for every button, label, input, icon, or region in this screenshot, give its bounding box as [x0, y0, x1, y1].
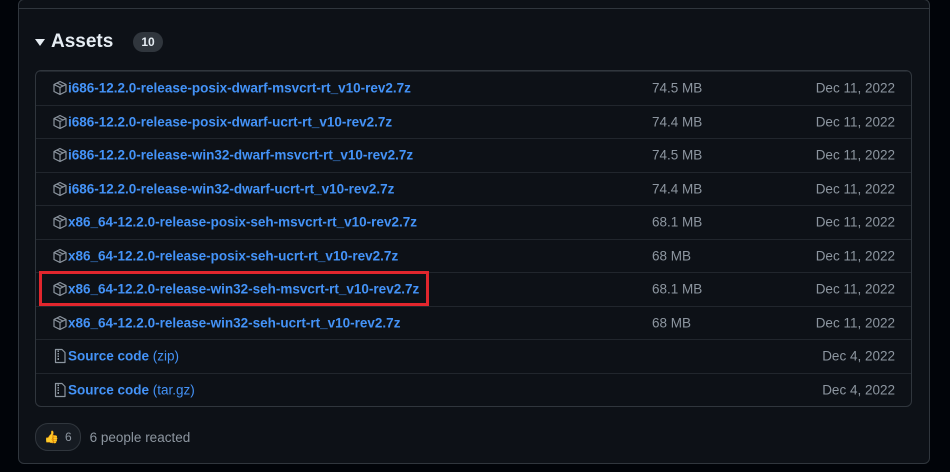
asset-name: i686-12.2.0-release-posix-dwarf-msvcrt-r… — [68, 80, 411, 96]
assets-list: i686-12.2.0-release-posix-dwarf-msvcrt-r… — [35, 70, 912, 407]
reaction-count: 6 — [64, 430, 72, 444]
asset-row: Source code (tar.gz) Dec 4, 2022 — [36, 372, 911, 407]
asset-date: Dec 4, 2022 — [822, 382, 895, 398]
release-card: Assets 10 i686-12.2.0-release-posix-dwar… — [18, 0, 930, 464]
asset-row: x86_64-12.2.0-release-win32-seh-msvcrt-r… — [36, 272, 911, 306]
asset-link[interactable]: x86_64-12.2.0-release-posix-seh-ucrt-rt_… — [68, 248, 398, 263]
asset-name: x86_64-12.2.0-release-win32-seh-msvcrt-r… — [68, 281, 420, 297]
asset-size: 68 MB — [652, 315, 692, 331]
asset-date: Dec 11, 2022 — [815, 147, 895, 163]
asset-row: x86_64-12.2.0-release-posix-seh-msvcrt-r… — [36, 205, 911, 239]
asset-link[interactable]: i686-12.2.0-release-win32-dwarf-msvcrt-r… — [68, 148, 413, 163]
asset-size: 74.4 MB — [652, 181, 703, 197]
asset-name: x86_64-12.2.0-release-win32-seh-ucrt-rt_… — [68, 315, 401, 331]
package-icon — [52, 80, 68, 96]
thumbs-up-icon: 👍 — [44, 430, 59, 444]
asset-link[interactable]: x86_64-12.2.0-release-win32-seh-msvcrt-r… — [68, 282, 419, 297]
asset-date: Dec 11, 2022 — [815, 80, 895, 96]
file-zip-icon — [52, 348, 68, 364]
asset-link[interactable]: i686-12.2.0-release-posix-dwarf-msvcrt-r… — [68, 81, 411, 96]
asset-name-suffix: (zip) — [149, 348, 180, 364]
asset-size: 68 MB — [652, 248, 692, 264]
asset-link[interactable]: Source code (tar.gz) — [68, 382, 195, 397]
asset-row: i686-12.2.0-release-win32-dwarf-ucrt-rt_… — [36, 171, 911, 206]
thumbs-up-reaction-button[interactable]: 👍 6 — [35, 423, 81, 451]
asset-link[interactable]: i686-12.2.0-release-win32-dwarf-ucrt-rt_… — [68, 181, 394, 196]
assets-title: Assets — [51, 31, 114, 52]
asset-name: Source code — [68, 382, 150, 398]
asset-date: Dec 11, 2022 — [815, 281, 895, 297]
asset-date: Dec 4, 2022 — [822, 348, 895, 364]
caret-down-icon — [35, 38, 45, 46]
reactions-bar: 👍 6 6 people reacted — [35, 423, 190, 451]
asset-name: x86_64-12.2.0-release-posix-seh-msvcrt-r… — [68, 214, 417, 230]
asset-size: 68.1 MB — [652, 214, 703, 230]
asset-size: 68.1 MB — [652, 281, 703, 297]
asset-date: Dec 11, 2022 — [815, 315, 895, 331]
asset-size: 74.5 MB — [652, 80, 703, 96]
asset-date: Dec 11, 2022 — [815, 114, 895, 130]
asset-link[interactable]: x86_64-12.2.0-release-win32-seh-ucrt-rt_… — [68, 315, 400, 330]
package-icon — [52, 281, 68, 297]
asset-date: Dec 11, 2022 — [815, 214, 895, 230]
asset-row: x86_64-12.2.0-release-win32-seh-ucrt-rt_… — [36, 305, 911, 340]
asset-name: i686-12.2.0-release-posix-dwarf-ucrt-rt_… — [68, 114, 393, 130]
asset-link[interactable]: x86_64-12.2.0-release-posix-seh-msvcrt-r… — [68, 215, 417, 230]
asset-name: i686-12.2.0-release-win32-dwarf-ucrt-rt_… — [68, 181, 395, 197]
asset-row: i686-12.2.0-release-win32-dwarf-msvcrt-r… — [36, 138, 911, 172]
package-icon — [52, 248, 68, 264]
package-icon — [52, 315, 68, 331]
asset-size: 74.5 MB — [652, 147, 703, 163]
asset-date: Dec 11, 2022 — [815, 248, 895, 264]
asset-name: x86_64-12.2.0-release-posix-seh-ucrt-rt_… — [68, 248, 399, 264]
asset-name-suffix: (tar.gz) — [149, 382, 195, 398]
asset-link[interactable]: i686-12.2.0-release-posix-dwarf-ucrt-rt_… — [68, 114, 392, 129]
asset-size: 74.4 MB — [652, 114, 703, 130]
asset-row: Source code (zip) Dec 4, 2022 — [36, 339, 911, 373]
asset-name: Source code — [68, 348, 150, 364]
assets-toggle[interactable]: Assets 10 — [35, 29, 163, 55]
assets-count-badge: 10 — [133, 32, 163, 52]
package-icon — [52, 147, 68, 163]
reactions-summary: 6 people reacted — [89, 429, 191, 445]
asset-name: i686-12.2.0-release-win32-dwarf-msvcrt-r… — [68, 147, 414, 163]
file-zip-icon — [52, 382, 68, 398]
package-icon — [52, 114, 68, 130]
asset-link[interactable]: Source code (zip) — [68, 349, 179, 364]
package-icon — [52, 181, 68, 197]
asset-row: i686-12.2.0-release-posix-dwarf-msvcrt-r… — [36, 71, 911, 105]
asset-date: Dec 11, 2022 — [815, 181, 895, 197]
divider — [19, 8, 929, 9]
asset-row: i686-12.2.0-release-posix-dwarf-ucrt-rt_… — [36, 104, 911, 139]
package-icon — [52, 214, 68, 230]
asset-row: x86_64-12.2.0-release-posix-seh-ucrt-rt_… — [36, 238, 911, 273]
